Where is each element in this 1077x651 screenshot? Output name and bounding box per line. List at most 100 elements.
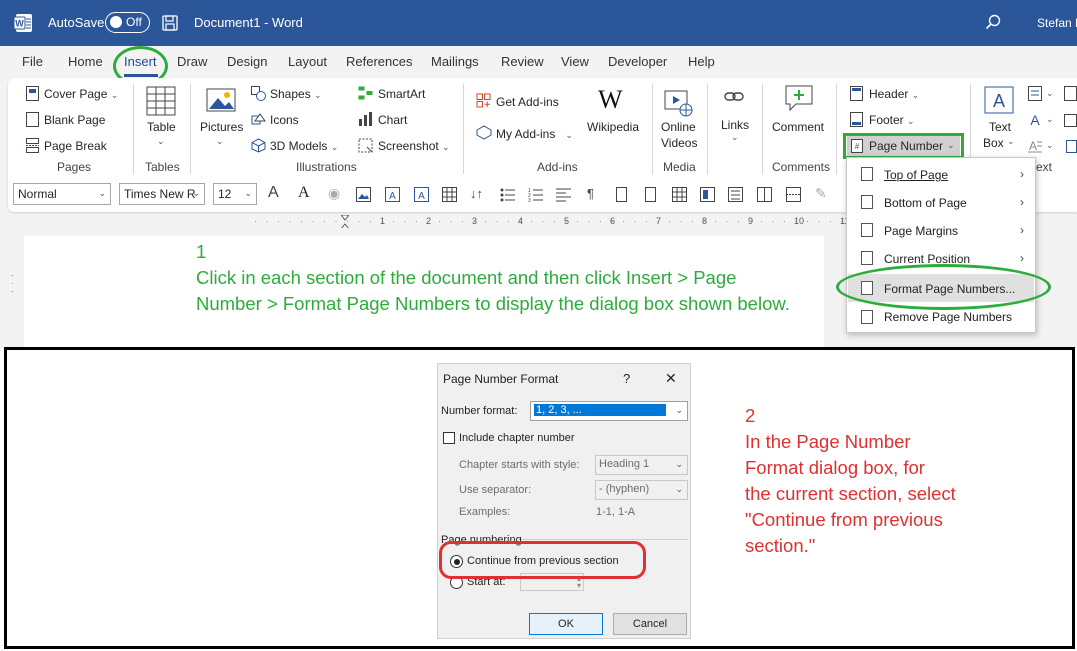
highlight-icon[interactable]: ◉: [328, 185, 340, 202]
font-size-combo[interactable]: 12 ⌄: [213, 183, 257, 205]
chevron-down-icon: ⌄: [244, 188, 252, 198]
table-small-icon[interactable]: [442, 187, 457, 202]
number-format-select[interactable]: 1, 2, 3, ... ⌄: [530, 401, 688, 421]
align-icon[interactable]: [556, 187, 571, 202]
quick-parts-icon[interactable]: [1028, 86, 1042, 101]
tab-view[interactable]: View: [561, 54, 589, 69]
wordart-small-icon[interactable]: A: [414, 187, 429, 202]
style-value: Normal: [18, 187, 57, 201]
chevron-down-icon: ⌄: [110, 90, 119, 100]
links-button[interactable]: Links: [721, 118, 749, 132]
sort-icon[interactable]: ↓↑: [470, 186, 483, 201]
save-icon[interactable]: [162, 15, 178, 31]
3d-models-icon: [251, 138, 266, 153]
group-label-addins: Add-ins: [537, 160, 578, 174]
date-time-icon[interactable]: [1064, 112, 1077, 127]
insert-image-icon[interactable]: [356, 187, 371, 202]
format-page-numbers-annotation-ring: [836, 264, 1051, 310]
style-combo[interactable]: Normal ⌄: [13, 183, 111, 205]
document-page[interactable]: [24, 236, 824, 348]
font-color-icon[interactable]: A: [268, 184, 279, 202]
table-button[interactable]: Table: [147, 120, 176, 134]
menu-item-page-margins[interactable]: Page Margins ›: [847, 216, 1035, 244]
footer-button[interactable]: Footer ⌄: [869, 113, 915, 127]
ok-button[interactable]: OK: [529, 613, 603, 635]
smartart-button[interactable]: SmartArt: [378, 87, 425, 101]
cancel-button[interactable]: Cancel: [613, 613, 687, 635]
group-label-pages: Pages: [57, 160, 92, 174]
shapes-button[interactable]: Shapes ⌄: [270, 87, 322, 101]
autosave-toggle[interactable]: Off: [105, 12, 150, 33]
open-page-icon[interactable]: [643, 187, 658, 202]
chart-button[interactable]: Chart: [378, 113, 407, 127]
layout-icon[interactable]: [700, 187, 715, 202]
text-direction-icon[interactable]: [728, 187, 743, 202]
online-videos-line2[interactable]: Videos: [661, 136, 697, 150]
chevron-down-icon: ⌄: [442, 142, 450, 152]
chevron-down-icon: ⌄: [157, 136, 165, 146]
menu-item-bottom-of-page[interactable]: Bottom of Page ›: [847, 188, 1035, 216]
3d-models-button[interactable]: 3D Models ⌄: [270, 139, 338, 153]
spin-down-icon[interactable]: ▾: [577, 581, 581, 590]
text-box-line2[interactable]: Box: [983, 136, 1004, 150]
numbering-icon[interactable]: 123: [528, 187, 543, 202]
tab-review[interactable]: Review: [501, 54, 544, 69]
font-combo[interactable]: Times New R ⌄: [119, 183, 205, 205]
word-logo-icon[interactable]: W: [14, 13, 34, 33]
breaks-icon[interactable]: [786, 187, 801, 202]
header-button[interactable]: Header ⌄: [869, 87, 919, 101]
help-button[interactable]: ?: [623, 371, 630, 386]
drop-cap-icon[interactable]: A: [1028, 138, 1042, 153]
menu-item-top-of-page[interactable]: Top of Page ›: [847, 160, 1035, 188]
tab-file[interactable]: File: [22, 54, 43, 69]
format-painter-icon[interactable]: ✎: [815, 185, 827, 202]
wordart-icon[interactable]: A: [1028, 112, 1042, 127]
tab-design[interactable]: Design: [227, 54, 267, 69]
tab-developer[interactable]: Developer: [608, 54, 667, 69]
tab-home[interactable]: Home: [68, 54, 103, 69]
blank-page-button[interactable]: Blank Page: [44, 113, 105, 127]
number-format-value: 1, 2, 3, ...: [534, 404, 666, 416]
object-icon[interactable]: [1064, 138, 1077, 153]
tab-mailings[interactable]: Mailings: [431, 54, 479, 69]
signature-line-icon[interactable]: [1064, 86, 1077, 101]
chapter-style-select[interactable]: Heading 1 ⌄: [595, 455, 688, 475]
bullets-icon[interactable]: [500, 187, 515, 202]
ruler-tick: ·: [518, 216, 522, 226]
grid-icon[interactable]: [672, 187, 687, 202]
comment-button[interactable]: Comment: [772, 120, 824, 134]
close-button[interactable]: ✕: [665, 370, 677, 387]
ruler-tick: ·: [530, 216, 533, 226]
tab-draw[interactable]: Draw: [177, 54, 207, 69]
icons-button[interactable]: Icons: [270, 113, 299, 127]
horizontal-ruler[interactable]: 1 2 3 4 5 6 7 8 9 10 11 · · · · · · · · · · · · · · · · · · · · · · · · · · ·…: [250, 216, 850, 228]
instruction-2-line2: Format dialog box, for: [745, 457, 925, 478]
screenshot-button[interactable]: Screenshot ⌄: [378, 139, 450, 153]
user-name[interactable]: Stefan B: [1037, 16, 1077, 30]
columns-icon[interactable]: [757, 187, 772, 202]
get-addins-button[interactable]: Get Add-ins: [496, 95, 559, 109]
tab-references[interactable]: References: [346, 54, 412, 69]
page-break-button[interactable]: Page Break: [44, 139, 107, 153]
chevron-down-icon: ⌄: [565, 130, 573, 140]
wikipedia-button[interactable]: Wikipedia: [587, 120, 639, 134]
search-icon[interactable]: [985, 14, 1001, 30]
pictures-button[interactable]: Pictures: [200, 120, 243, 134]
text-box-small-icon[interactable]: A: [385, 187, 400, 202]
my-addins-button[interactable]: My Add-ins ⌄: [496, 127, 573, 141]
separator-select[interactable]: - (hyphen) ⌄: [595, 480, 688, 500]
tab-layout[interactable]: Layout: [288, 54, 327, 69]
tab-help[interactable]: Help: [688, 54, 715, 69]
text-effects-icon[interactable]: A: [298, 184, 310, 202]
cover-page-button[interactable]: Cover Page ⌄: [44, 87, 118, 101]
online-videos-line1[interactable]: Online: [661, 120, 696, 134]
include-chapter-checkbox[interactable]: [443, 432, 455, 444]
ruler-tick: ·: [599, 216, 602, 226]
text-box-line1[interactable]: Text: [989, 120, 1011, 134]
new-page-icon[interactable]: [614, 187, 629, 202]
chevron-down-icon: ⌄: [675, 405, 683, 415]
font-value: Times New R: [124, 187, 196, 201]
instruction-1-line2: Number > Format Page Numbers to display …: [196, 293, 790, 314]
ruler-tick: ·: [656, 216, 660, 226]
paragraph-mark-icon[interactable]: ¶: [587, 186, 594, 201]
